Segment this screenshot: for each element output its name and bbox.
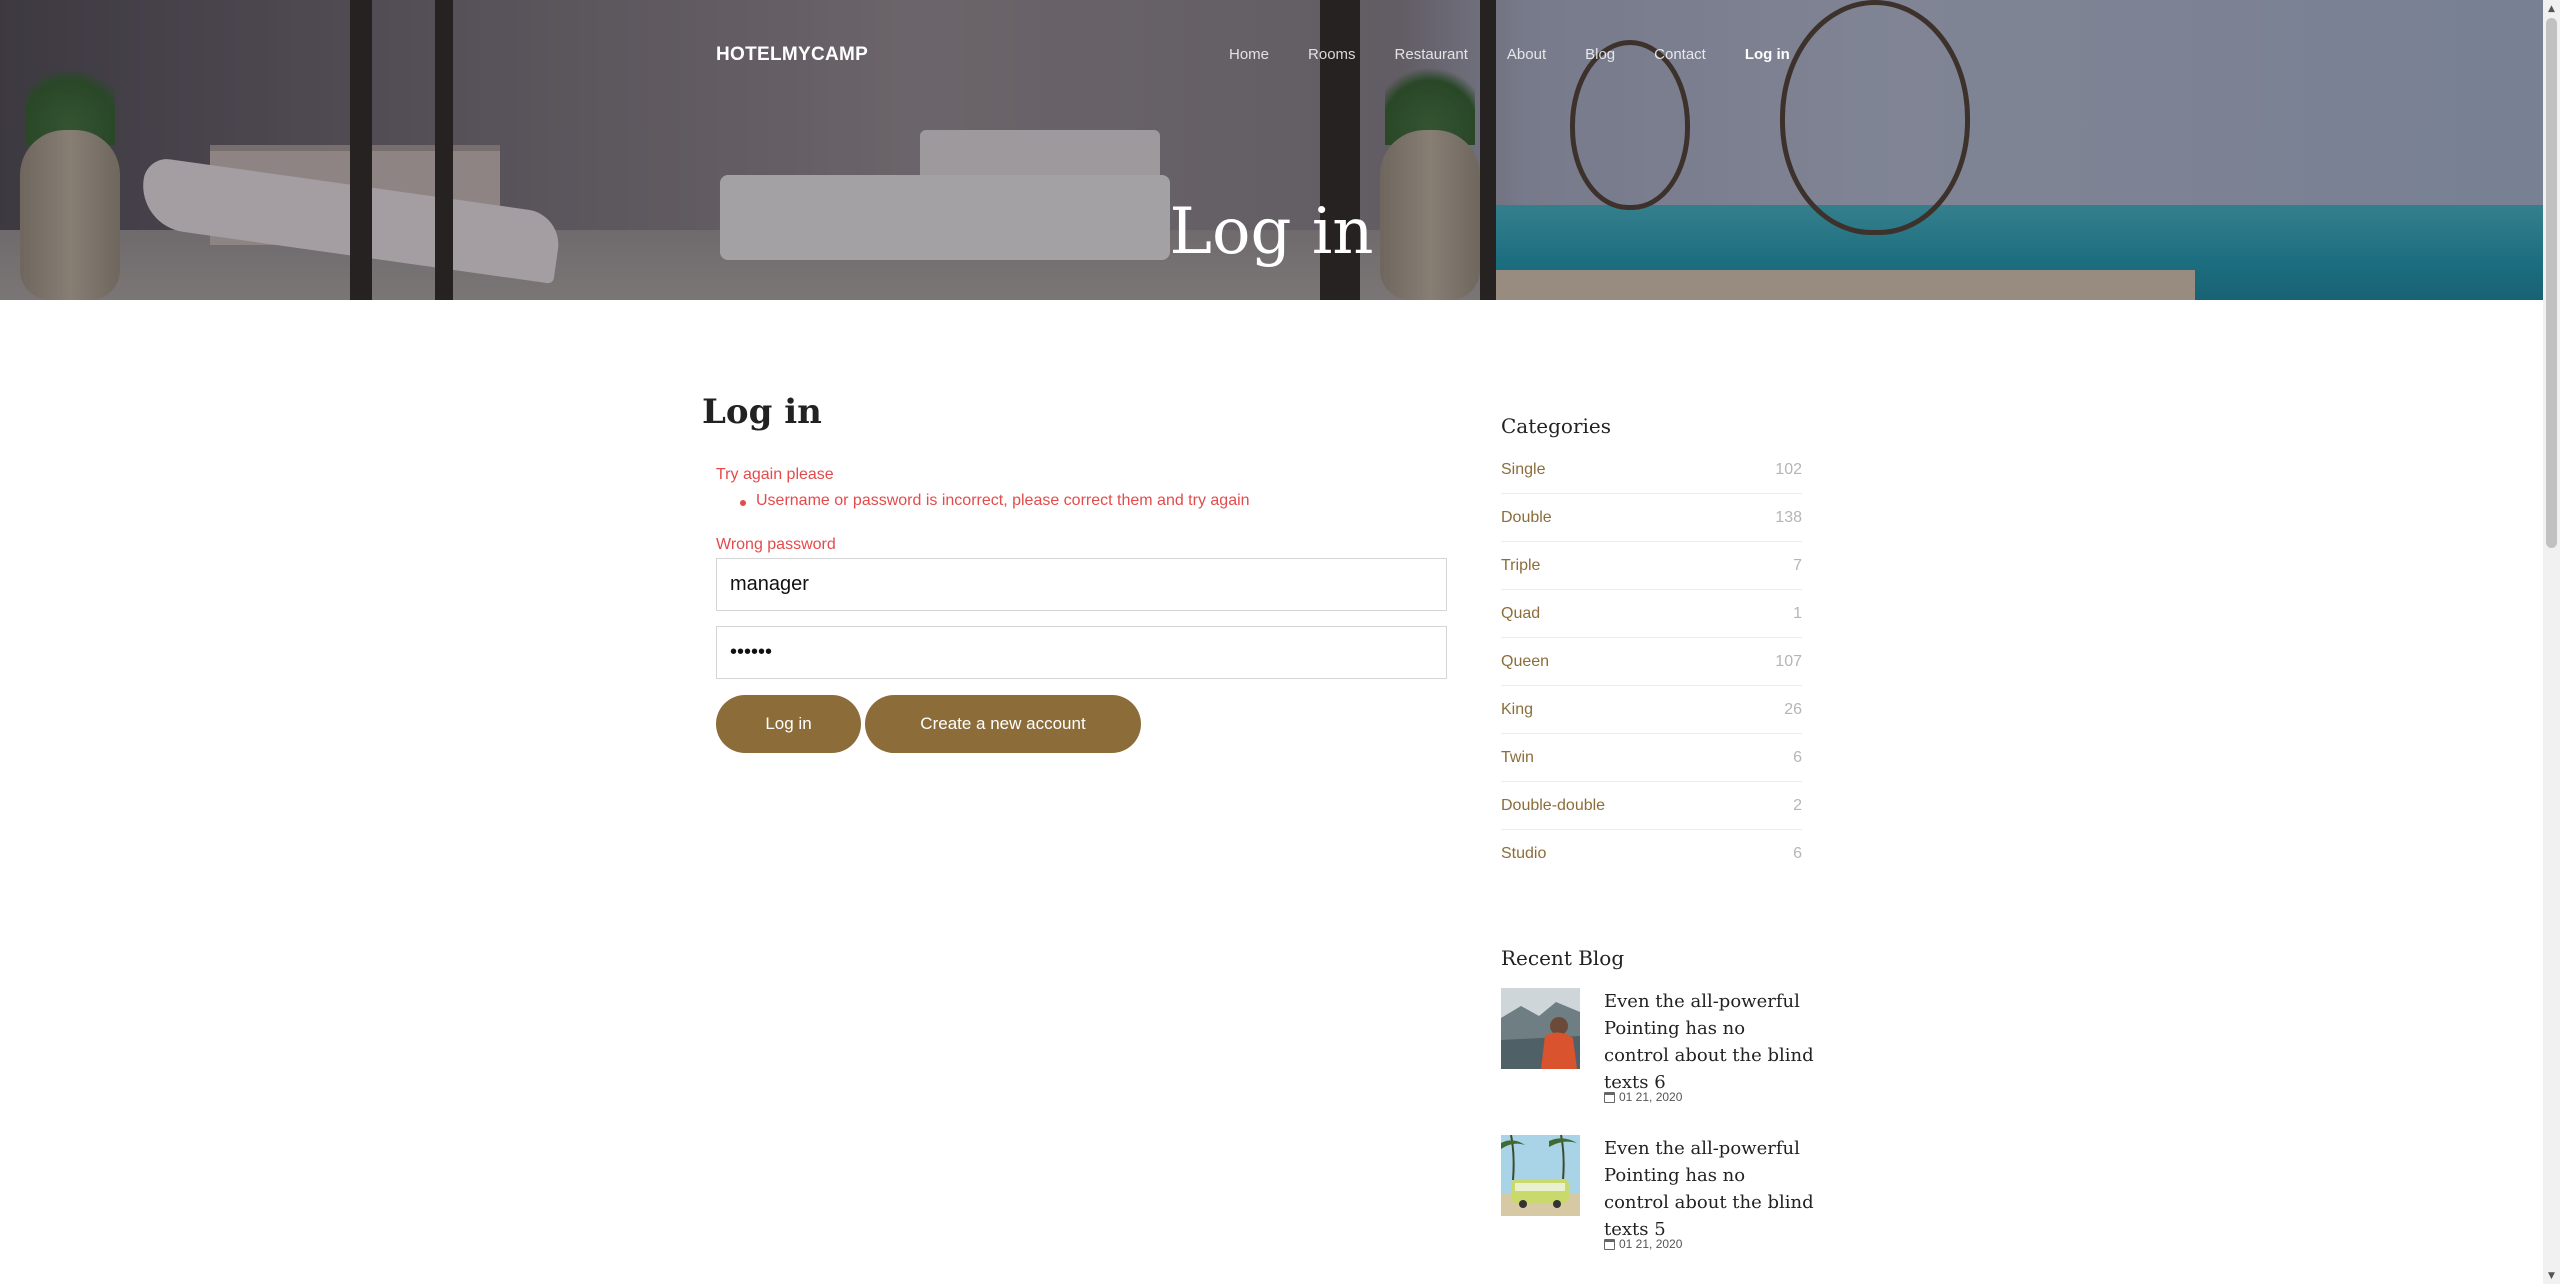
category-name[interactable]: Twin	[1501, 749, 1534, 767]
top-nav: HOTELMYCAMP Home Rooms Restaurant About …	[0, 0, 2543, 112]
blog-title[interactable]: Even the all-powerful Pointing has no co…	[1604, 1135, 1814, 1243]
blog-date: 01 21, 2020	[1604, 1237, 1682, 1251]
recent-blog-heading: Recent Blog	[1501, 946, 1625, 970]
category-item[interactable]: Queen 107	[1501, 638, 1802, 686]
category-item[interactable]: King 26	[1501, 686, 1802, 734]
recent-blog-item[interactable]: Even the all-powerful Pointing has no co…	[1501, 1135, 1814, 1255]
field-error-message: Wrong password	[716, 536, 836, 553]
nav-item-rooms[interactable]: Rooms	[1308, 46, 1356, 63]
category-count: 138	[1775, 508, 1802, 526]
category-name[interactable]: Single	[1501, 461, 1545, 479]
calendar-icon	[1604, 1091, 1615, 1103]
nav-menu: Home Rooms Restaurant About Blog Contact…	[1229, 46, 1829, 63]
nav-item-contact[interactable]: Contact	[1654, 46, 1706, 63]
error-list: Username or password is incorrect, pleas…	[740, 492, 1250, 510]
category-item[interactable]: Studio 6	[1501, 830, 1802, 878]
hero-title: Log in	[1169, 195, 1374, 269]
category-item[interactable]: Twin 6	[1501, 734, 1802, 782]
category-count: 1	[1793, 604, 1802, 622]
category-name[interactable]: Double	[1501, 509, 1552, 527]
error-summary-title: Try again please	[716, 466, 834, 483]
categories-heading: Categories	[1501, 414, 1611, 438]
calendar-icon	[1604, 1238, 1615, 1250]
page-title: Log in	[702, 392, 822, 432]
password-input[interactable]	[716, 626, 1447, 679]
categories-list: Single 102 Double 138 Triple 7 Quad 1 Queen 1…	[1501, 446, 1802, 878]
scroll-up-arrow-icon[interactable]: ▲	[2543, 0, 2560, 17]
error-item: Username or password is incorrect, pleas…	[740, 492, 1250, 510]
blog-title[interactable]: Even the all-powerful Pointing has no co…	[1604, 988, 1814, 1096]
scrollbar-thumb[interactable]	[2546, 18, 2557, 548]
brand-logo[interactable]: HOTELMYCAMP	[716, 44, 868, 66]
category-name[interactable]: Queen	[1501, 653, 1549, 671]
username-input[interactable]	[716, 558, 1447, 611]
recent-blog-item[interactable]: Even the all-powerful Pointing has no co…	[1501, 988, 1814, 1108]
category-name[interactable]: King	[1501, 701, 1533, 719]
category-item[interactable]: Double-double 2	[1501, 782, 1802, 830]
category-count: 102	[1775, 460, 1802, 478]
category-name[interactable]: Quad	[1501, 605, 1540, 623]
category-item[interactable]: Double 138	[1501, 494, 1802, 542]
nav-item-home[interactable]: Home	[1229, 46, 1269, 63]
create-account-button[interactable]: Create a new account	[865, 695, 1141, 753]
category-count: 6	[1793, 845, 1802, 862]
category-item[interactable]: Triple 7	[1501, 542, 1802, 590]
blog-date-text: 01 21, 2020	[1619, 1237, 1683, 1251]
category-count: 26	[1784, 700, 1802, 718]
nav-item-about[interactable]: About	[1507, 46, 1546, 63]
blog-date: 01 21, 2020	[1604, 1090, 1682, 1104]
nav-item-restaurant[interactable]: Restaurant	[1395, 46, 1468, 63]
nav-item-login[interactable]: Log in	[1745, 46, 1790, 63]
login-button[interactable]: Log in	[716, 695, 861, 753]
category-count: 7	[1793, 556, 1802, 574]
category-count: 6	[1793, 748, 1802, 766]
blog-thumbnail[interactable]	[1501, 1135, 1580, 1216]
scroll-down-arrow-icon[interactable]: ▼	[2543, 1267, 2560, 1284]
category-name[interactable]: Triple	[1501, 557, 1540, 575]
page-scrollbar[interactable]: ▲ ▼	[2543, 0, 2560, 1284]
blog-date-text: 01 21, 2020	[1619, 1090, 1683, 1104]
blog-thumbnail[interactable]	[1501, 988, 1580, 1069]
hero-banner: HOTELMYCAMP Home Rooms Restaurant About …	[0, 0, 2543, 300]
category-count: 2	[1793, 796, 1802, 814]
nav-item-blog[interactable]: Blog	[1585, 46, 1615, 63]
category-count: 107	[1775, 652, 1802, 670]
category-item[interactable]: Quad 1	[1501, 590, 1802, 638]
category-name[interactable]: Studio	[1501, 845, 1546, 863]
category-name[interactable]: Double-double	[1501, 797, 1605, 815]
category-item[interactable]: Single 102	[1501, 446, 1802, 494]
